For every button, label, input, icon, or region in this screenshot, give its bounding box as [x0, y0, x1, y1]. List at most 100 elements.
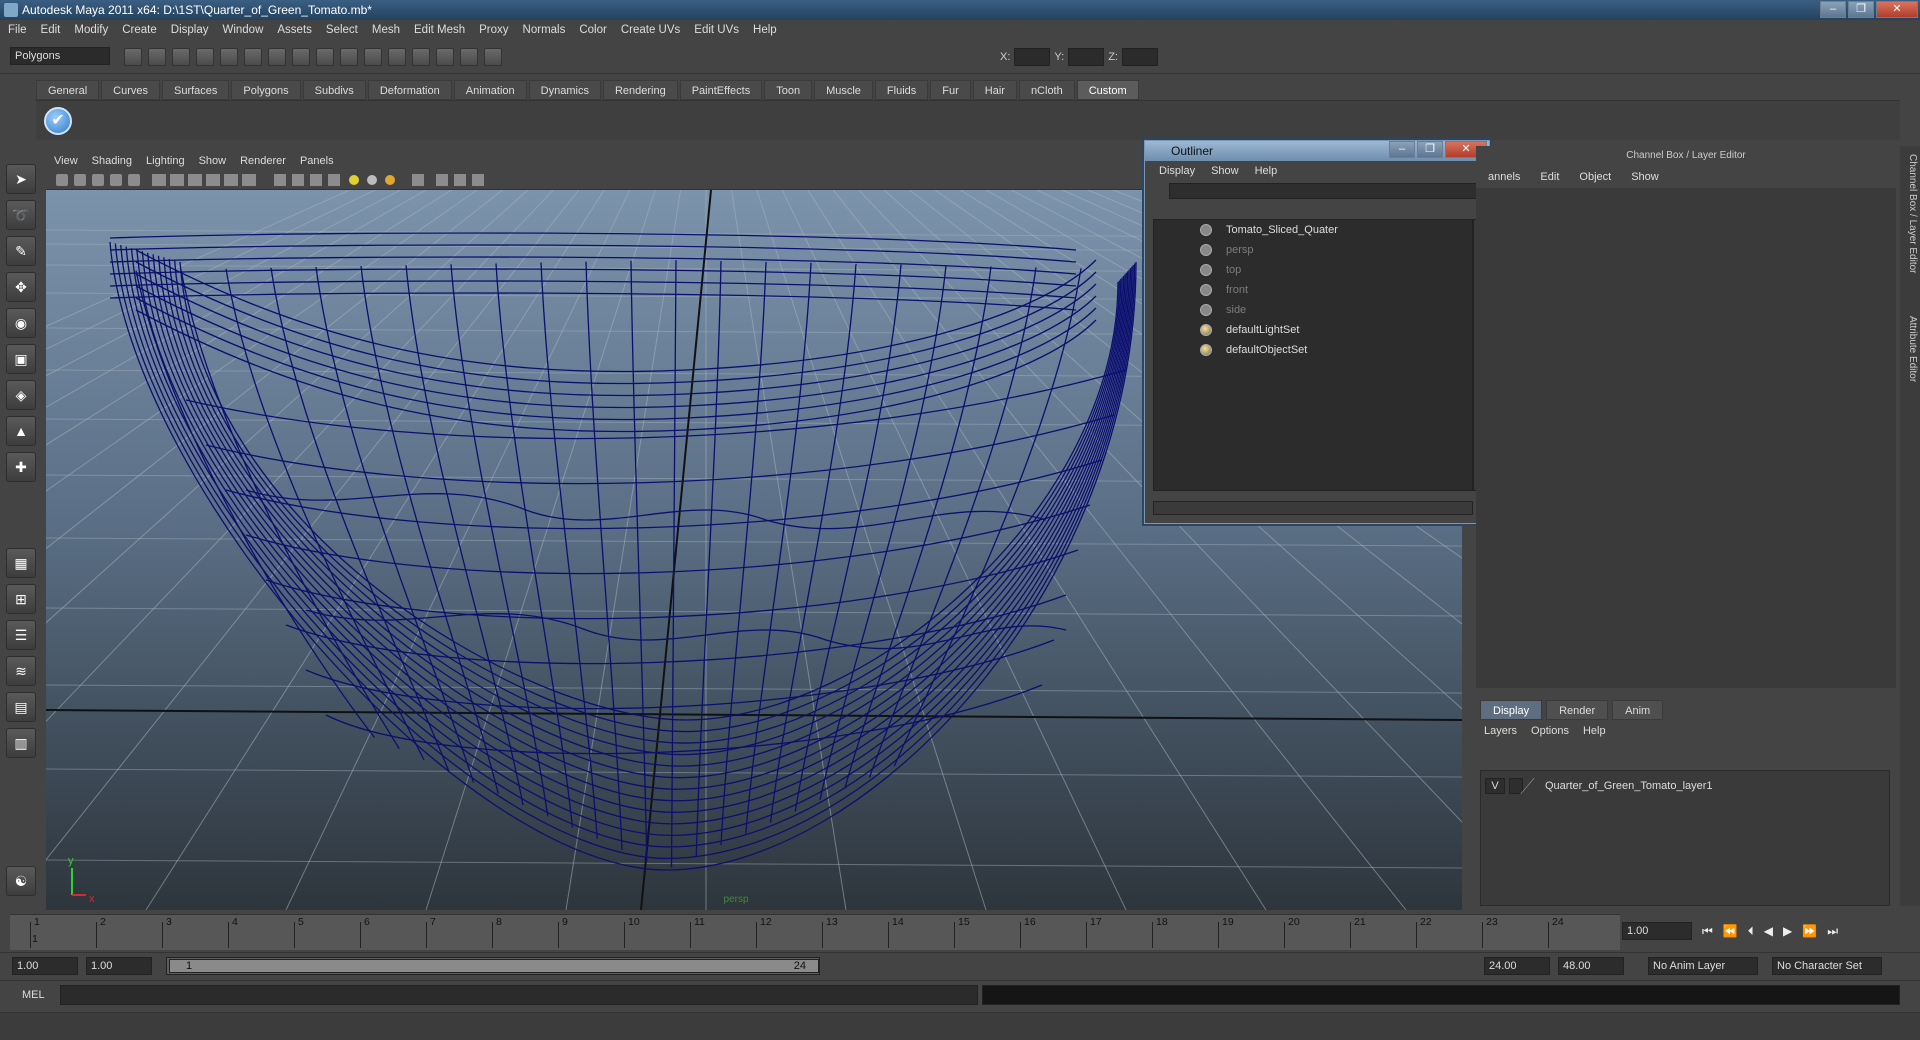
layout-single-icon[interactable]: ▦ — [6, 548, 36, 578]
shelf-tab-deformation[interactable]: Deformation — [367, 80, 452, 100]
time-slider[interactable]: 1 2 3 4 5 6 7 8 9 10 11 12 13 14 15 16 17 18 19 20 21 22 23 24 … — [10, 914, 1620, 950]
layer-row[interactable]: V Quarter_of_Green_Tomato_layer1 — [1485, 777, 1881, 795]
layer-tab-display[interactable]: Display — [1480, 700, 1543, 720]
outliner-item[interactable]: persp — [1154, 240, 1472, 260]
menu-edit-uvs[interactable]: Edit UVs — [694, 24, 739, 36]
maximize-button[interactable]: ❐ — [1848, 1, 1874, 18]
layer-color-swatch[interactable] — [1520, 778, 1548, 794]
render-frame-icon[interactable] — [412, 48, 430, 66]
shelf-tab-painteffects[interactable]: PaintEffects — [679, 80, 763, 100]
select-component-icon[interactable] — [244, 48, 262, 66]
outliner-item[interactable]: front — [1154, 280, 1472, 300]
go-to-end-icon[interactable]: ⏭ — [1827, 924, 1838, 939]
channel-box-menu-show[interactable]: Show — [1631, 171, 1659, 183]
render-settings-icon[interactable] — [460, 48, 478, 66]
menu-create[interactable]: Create — [122, 24, 157, 36]
layout-render-icon[interactable]: ▥ — [6, 728, 36, 758]
layer-name[interactable]: Quarter_of_Green_Tomato_layer1 — [1545, 780, 1713, 792]
current-frame-field[interactable]: 1.00 — [1622, 922, 1692, 940]
playback-end-field[interactable]: 24.00 — [1484, 957, 1550, 975]
range-slider[interactable]: 1 24 — [166, 957, 820, 975]
go-to-start-icon[interactable]: ⏮ — [1702, 924, 1713, 939]
menu-normals[interactable]: Normals — [523, 24, 566, 36]
layer-menu-options[interactable]: Options — [1531, 725, 1569, 737]
check-icon[interactable]: ✔ — [44, 107, 72, 135]
close-button[interactable]: ✕ — [1876, 1, 1918, 18]
shelf-tab-fur[interactable]: Fur — [930, 80, 971, 100]
step-back-key-icon[interactable]: ⏪ — [1723, 924, 1738, 939]
viewport-menu-renderer[interactable]: Renderer — [240, 155, 286, 167]
menu-edit-mesh[interactable]: Edit Mesh — [414, 24, 465, 36]
shelf-tab-hair[interactable]: Hair — [972, 80, 1017, 100]
shelf-tab-custom[interactable]: Custom — [1076, 80, 1139, 100]
menu-file[interactable]: File — [8, 24, 27, 36]
move-tool-icon[interactable]: ✥ — [6, 272, 36, 302]
menu-assets[interactable]: Assets — [277, 24, 312, 36]
y-field[interactable] — [1068, 48, 1105, 66]
outliner-filter-field[interactable] — [1169, 183, 1483, 199]
shelf-tab-toon[interactable]: Toon — [764, 80, 813, 100]
hypershade-icon[interactable] — [484, 48, 502, 66]
menu-color[interactable]: Color — [579, 24, 606, 36]
menu-window[interactable]: Window — [222, 24, 263, 36]
layer-menu-layers[interactable]: Layers — [1484, 725, 1517, 737]
layout-hypershade-icon[interactable]: ▤ — [6, 692, 36, 722]
viewport-menu-lighting[interactable]: Lighting — [146, 155, 185, 167]
manipulator-icon[interactable]: ◈ — [6, 380, 36, 410]
step-forward-key-icon[interactable]: ⏩ — [1802, 924, 1817, 939]
viewport-menu-shading[interactable]: Shading — [92, 155, 132, 167]
viewport-menu-view[interactable]: View — [54, 155, 78, 167]
menu-display[interactable]: Display — [171, 24, 209, 36]
outliner-menu-help[interactable]: Help — [1255, 165, 1278, 177]
select-object-icon[interactable] — [220, 48, 238, 66]
play-forward-icon[interactable]: ▶ — [1783, 924, 1792, 939]
outliner-menu-display[interactable]: Display — [1159, 165, 1195, 177]
viewport-menu-panels[interactable]: Panels — [300, 155, 334, 167]
anim-layer-dropdown[interactable]: No Anim Layer — [1648, 957, 1758, 975]
outliner-item[interactable]: side — [1154, 300, 1472, 320]
shelf-tab-subdivs[interactable]: Subdivs — [302, 80, 366, 100]
play-backward-icon[interactable]: ◀ — [1764, 924, 1773, 939]
save-scene-icon[interactable] — [172, 48, 190, 66]
layer-visibility-toggle[interactable]: V — [1485, 778, 1505, 794]
channel-box-menu-object[interactable]: Object — [1579, 171, 1611, 183]
side-tab-channel-box[interactable]: Channel Box / Layer Editor — [1902, 154, 1918, 274]
menu-select[interactable]: Select — [326, 24, 358, 36]
select-hierarchy-icon[interactable] — [196, 48, 214, 66]
shelf-tab-rendering[interactable]: Rendering — [602, 80, 678, 100]
layout-four-icon[interactable]: ⊞ — [6, 584, 36, 614]
outliner-item[interactable]: top — [1154, 260, 1472, 280]
outliner-horizontal-scrollbar[interactable] — [1153, 501, 1473, 515]
step-back-frame-icon[interactable]: ⏴ — [1748, 924, 1754, 939]
mel-label[interactable]: MEL — [22, 989, 45, 1001]
range-slider-thumb[interactable]: 1 24 — [169, 959, 819, 973]
shelf-tab-dynamics[interactable]: Dynamics — [528, 80, 601, 100]
snap-plane-icon[interactable] — [340, 48, 358, 66]
select-tool-icon[interactable]: ➤ — [6, 164, 36, 194]
mental-ray-icon[interactable]: ☯ — [6, 866, 36, 896]
menu-create-uvs[interactable]: Create UVs — [621, 24, 680, 36]
snap-live-icon[interactable] — [364, 48, 382, 66]
viewport-iconbar-icons[interactable] — [56, 170, 576, 190]
ipr-render-icon[interactable] — [436, 48, 454, 66]
snap-grid-icon[interactable] — [268, 48, 286, 66]
channel-box-menu-channels[interactable]: annels — [1488, 171, 1520, 183]
outliner-item[interactable]: defaultLightSet — [1154, 320, 1472, 340]
layout-graph-icon[interactable]: ≋ — [6, 656, 36, 686]
layer-tab-anim[interactable]: Anim — [1612, 700, 1664, 720]
shelf-tab-animation[interactable]: Animation — [453, 80, 527, 100]
layer-menu-help[interactable]: Help — [1583, 725, 1606, 737]
menu-modify[interactable]: Modify — [74, 24, 108, 36]
outliner-item[interactable]: defaultObjectSet — [1154, 340, 1472, 360]
snap-curve-icon[interactable] — [292, 48, 310, 66]
shelf-tab-muscle[interactable]: Muscle — [814, 80, 873, 100]
shelf-tab-general[interactable]: General — [36, 80, 100, 100]
open-scene-icon[interactable] — [148, 48, 166, 66]
menu-set-dropdown[interactable]: Polygons — [10, 47, 110, 65]
playback-start-field[interactable]: 1.00 — [86, 957, 152, 975]
animation-end-field[interactable]: 48.00 — [1558, 957, 1624, 975]
soft-mod-icon[interactable]: ▲ — [6, 416, 36, 446]
channel-box-menu-edit[interactable]: Edit — [1540, 171, 1559, 183]
new-scene-icon[interactable] — [124, 48, 142, 66]
outliner-item[interactable]: Tomato_Sliced_Quater — [1154, 220, 1472, 240]
